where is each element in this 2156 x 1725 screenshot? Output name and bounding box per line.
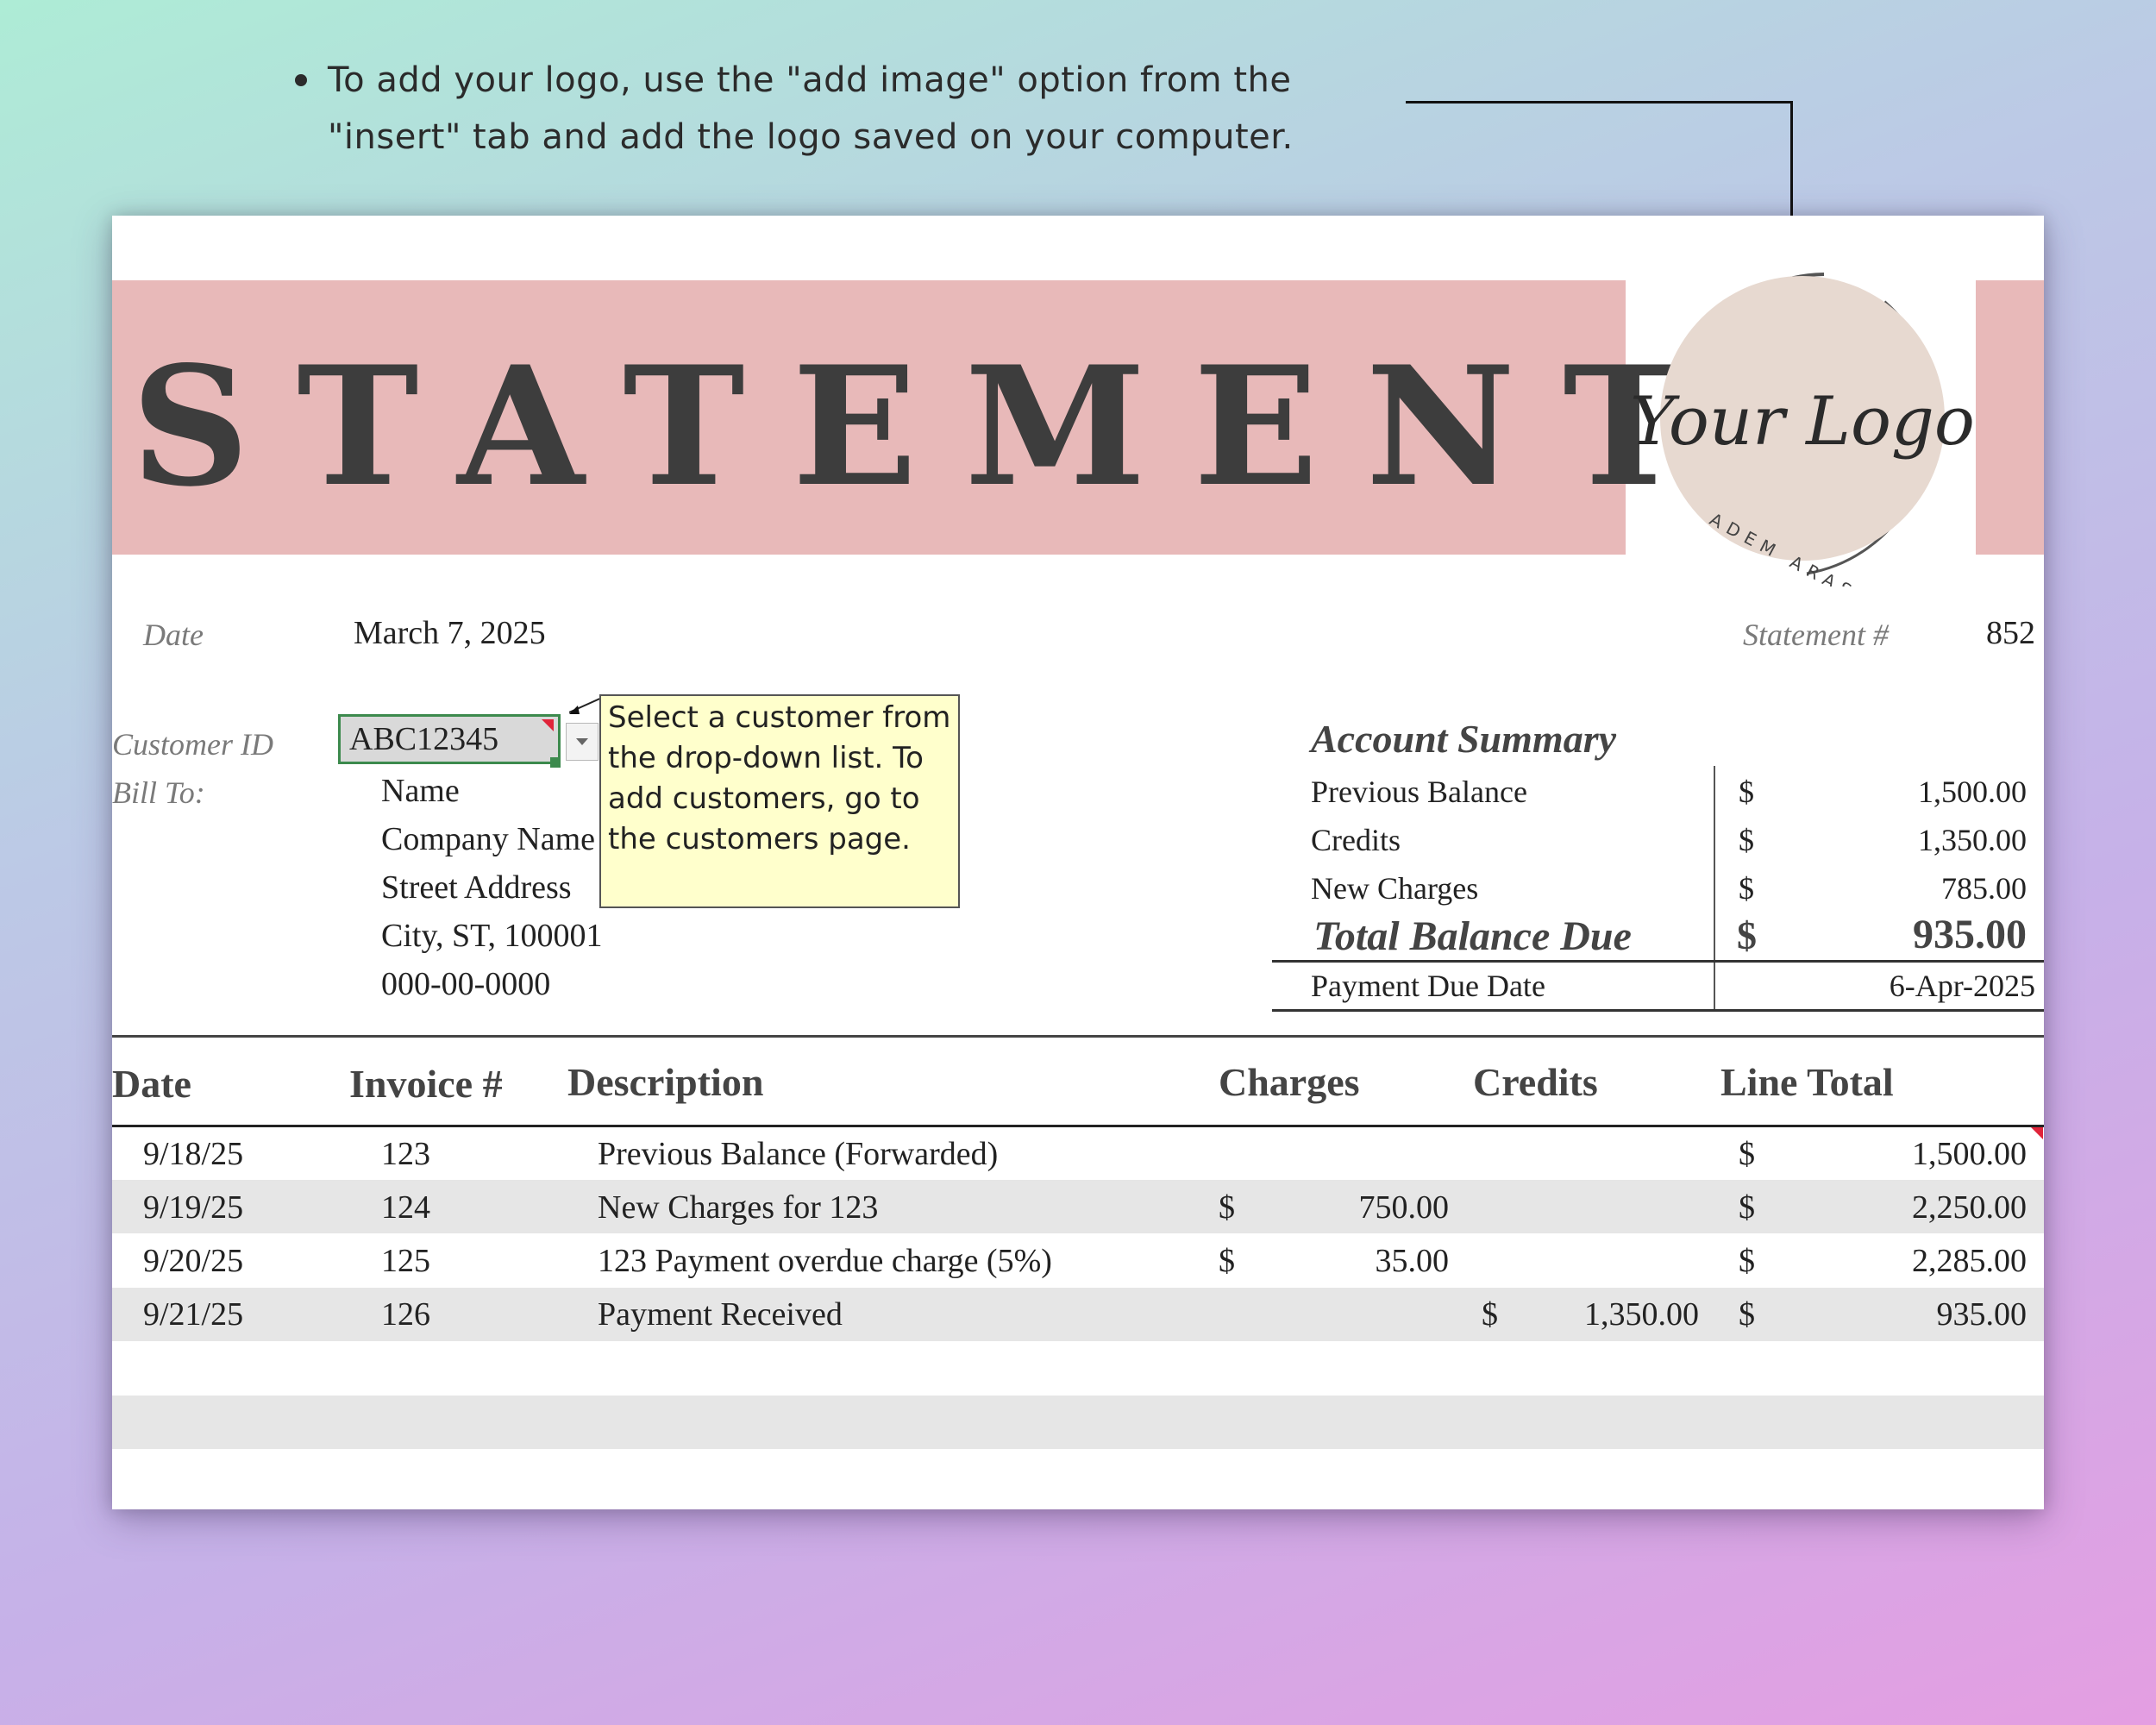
bullet-icon (295, 74, 307, 86)
summary-currency: $ (1739, 775, 1754, 809)
total-balance-due-value[interactable]: 935.00 (1794, 911, 2027, 958)
date-value[interactable]: March 7, 2025 (354, 614, 546, 652)
table-cell-invoice[interactable]: 126 (381, 1295, 430, 1333)
summary-label-new-charges: New Charges (1311, 871, 1479, 906)
bill-to-phone[interactable]: 000-00-0000 (381, 965, 550, 1003)
date-label: Date (143, 618, 204, 652)
table-cell-total-currency: $ (1739, 1189, 1755, 1226)
summary-label-credits: Credits (1311, 823, 1401, 857)
statement-number-value[interactable]: 852 (1923, 614, 2035, 652)
tooltip-pointer-icon (569, 696, 604, 714)
table-cell-line-total[interactable]: 2,250.00 (1794, 1189, 2027, 1226)
table-cell-invoice[interactable]: 125 (381, 1242, 430, 1280)
column-header-credits: Credits (1473, 1060, 1598, 1104)
bill-to-city[interactable]: City, ST, 100001 (381, 917, 603, 955)
summary-separator (1272, 960, 2044, 963)
table-cell-line-total[interactable]: 935.00 (1794, 1295, 2028, 1333)
table-cell-date[interactable]: 9/21/25 (143, 1295, 243, 1333)
table-cell-charges-currency: $ (1219, 1189, 1235, 1226)
table-cell-invoice[interactable]: 123 (381, 1135, 430, 1173)
column-header-charges: Charges (1219, 1060, 1360, 1104)
customer-comment-tooltip: Select a customer from the drop-down lis… (599, 694, 960, 908)
summary-value-new-charges[interactable]: 785.00 (1794, 870, 2027, 906)
customer-dropdown-button[interactable] (566, 723, 599, 761)
table-top-border (112, 1035, 2044, 1038)
column-header-date: Date (112, 1062, 191, 1106)
bill-to-name[interactable]: Name (381, 772, 460, 810)
comment-indicator-icon (2031, 1127, 2043, 1139)
summary-bottom-border (1272, 1009, 2044, 1012)
spreadsheet-sheet: STATEMENT ADEM ARAS Your Logo Date March… (112, 216, 2044, 1509)
table-cell-description[interactable]: Previous Balance (Forwarded) (598, 1135, 998, 1173)
company-logo[interactable]: ADEM ARAS Your Logo (1626, 224, 1988, 586)
table-cell-charges-currency: $ (1219, 1243, 1235, 1279)
table-cell-description[interactable]: New Charges for 123 (598, 1189, 878, 1226)
table-cell-line-total[interactable]: 2,285.00 (1794, 1242, 2027, 1280)
summary-value-previous-balance[interactable]: 1,500.00 (1794, 774, 2027, 810)
bill-to-company[interactable]: Company Name (381, 820, 595, 858)
row-band (112, 1396, 2044, 1449)
table-cell-charges[interactable]: 35.00 (1319, 1242, 1450, 1280)
total-currency: $ (1737, 913, 1757, 957)
payment-due-date-label: Payment Due Date (1311, 969, 1545, 1003)
table-cell-total-currency: $ (1739, 1243, 1755, 1279)
table-cell-description[interactable]: Payment Received (598, 1295, 843, 1333)
note-text: To add your logo, use the "add image" op… (328, 60, 1294, 157)
summary-value-credits[interactable]: 1,350.00 (1794, 822, 2027, 858)
bill-to-street[interactable]: Street Address (381, 869, 572, 906)
statement-number-label: Statement # (1743, 618, 1889, 652)
table-cell-charges[interactable]: 750.00 (1319, 1189, 1450, 1226)
comment-indicator-icon (542, 719, 554, 731)
column-header-description: Description (567, 1060, 764, 1104)
column-header-invoice: Invoice # (349, 1062, 503, 1106)
column-header-line-total: Line Total (1720, 1060, 1894, 1104)
summary-label-previous-balance: Previous Balance (1311, 775, 1527, 809)
fill-handle[interactable] (550, 757, 561, 768)
summary-divider (1714, 766, 1715, 1009)
logo-script-text: Your Logo (1630, 383, 1975, 461)
table-cell-date[interactable]: 9/18/25 (143, 1135, 243, 1173)
table-cell-line-total[interactable]: 1,500.00 (1794, 1135, 2027, 1173)
customer-id-cell[interactable]: ABC12345 (338, 714, 561, 764)
bill-to-label: Bill To: (112, 775, 205, 810)
customer-id-label: Customer ID (112, 727, 273, 762)
table-cell-total-currency: $ (1739, 1296, 1755, 1333)
table-cell-total-currency: $ (1739, 1136, 1755, 1172)
logo-instruction-note: To add your logo, use the "add image" op… (285, 52, 1406, 166)
table-cell-credits[interactable]: 1,350.00 (1561, 1295, 1699, 1333)
table-cell-credits-currency: $ (1482, 1296, 1498, 1333)
table-cell-date[interactable]: 9/20/25 (143, 1242, 243, 1280)
summary-currency: $ (1739, 871, 1754, 906)
payment-due-date-value[interactable]: 6-Apr-2025 (1751, 968, 2035, 1004)
summary-currency: $ (1739, 823, 1754, 857)
statement-title: STATEMENT (131, 330, 1733, 523)
header-bottom-border (112, 1125, 2044, 1127)
connector-line (1406, 101, 1792, 104)
account-summary-title: Account Summary (1311, 717, 1617, 761)
table-cell-date[interactable]: 9/19/25 (143, 1189, 243, 1226)
total-balance-due-label: Total Balance Due (1313, 913, 1632, 959)
table-cell-description[interactable]: 123 Payment overdue charge (5%) (598, 1242, 1052, 1280)
table-cell-invoice[interactable]: 124 (381, 1189, 430, 1226)
